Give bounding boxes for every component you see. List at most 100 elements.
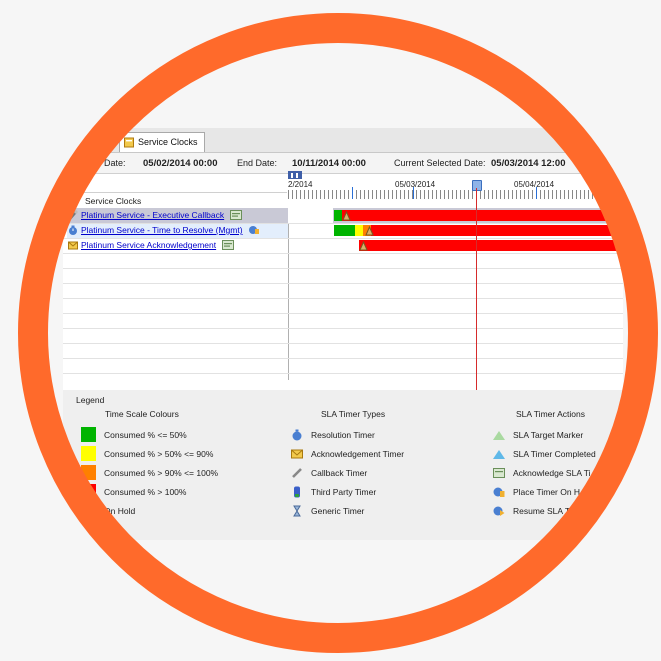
sla-timer-completed-icon <box>493 450 505 459</box>
tab-bar: Service Clocks <box>63 128 623 153</box>
legend-colour-yellow: Consumed % > 50% <= 90% <box>81 446 213 461</box>
range-start-icon[interactable] <box>288 171 302 180</box>
row-divider <box>63 358 623 359</box>
legend-action-resume: Resume SLA T <box>493 505 570 517</box>
legend-label: Acknowledge SLA Ti <box>513 468 591 478</box>
sla-bar-green[interactable] <box>334 210 342 221</box>
row-divider <box>63 343 623 344</box>
legend-types-header: SLA Timer Types <box>321 409 386 419</box>
current-date-value[interactable]: 05/03/2014 12:00 <box>491 158 565 169</box>
timeline-marker <box>413 187 414 199</box>
end-date-value[interactable]: 10/11/2014 00:00 <box>292 158 366 169</box>
sla-bar-red[interactable] <box>342 210 623 221</box>
current-date-line <box>476 188 477 390</box>
end-date-label: End Date: <box>237 158 278 168</box>
row-divider <box>63 253 623 254</box>
resume-sla-timer-icon <box>493 506 505 516</box>
legend-label: Consumed % > 50% <= 90% <box>104 448 214 459</box>
clock-link[interactable]: Platinum Service - Executive Callback <box>81 210 224 220</box>
row-divider <box>63 373 623 374</box>
tab-service-clocks[interactable]: Service Clocks <box>119 132 205 152</box>
place-timer-on-hold-icon <box>493 487 505 497</box>
legend-label: Resume SLA T <box>513 506 571 516</box>
date-bar: Date: 05/02/2014 00:00 End Date: 10/11/2… <box>63 153 623 173</box>
timeline-label-mid: 05/03/2014 <box>395 180 436 189</box>
legend-type-generic: Generic Timer <box>291 505 364 517</box>
legend-label: Callback Timer <box>311 468 368 478</box>
legend-label: Consumed % > 100% <box>104 486 187 497</box>
legend-type-third-party: Third Party Timer <box>291 486 376 498</box>
third-party-timer-icon <box>294 486 300 498</box>
acknowledge-sla-timer-icon[interactable] <box>221 240 234 250</box>
start-date-label: Date: <box>104 158 126 168</box>
legend-label: Third Party Timer <box>311 487 377 497</box>
sla-target-marker-icon[interactable] <box>365 225 374 236</box>
timeline-label-end: 05/04/2014 <box>514 180 555 189</box>
legend-title: Legend <box>76 395 105 405</box>
legend-label: On Hold <box>104 505 136 516</box>
legend-label: Place Timer On H <box>513 487 581 497</box>
timeline-label-start: 2/2014 <box>288 180 313 189</box>
acknowledge-sla-timer-icon <box>493 468 505 478</box>
generic-timer-icon <box>293 505 301 517</box>
sla-bar-yellow[interactable] <box>355 225 363 236</box>
column-header-service-clocks[interactable]: Service Clocks <box>67 192 287 208</box>
sla-target-marker-icon[interactable] <box>359 240 368 251</box>
legend-label: SLA Timer Completed <box>513 449 596 459</box>
legend-label: Generic Timer <box>311 506 365 516</box>
clock-link[interactable]: Platinum Service - Time to Resolve (Mgmt… <box>81 225 243 235</box>
legend-type-callback: Callback Timer <box>291 467 367 479</box>
sla-bar-green[interactable] <box>334 225 355 236</box>
service-clocks-window: Service Clocks Date: 05/02/2014 00:00 En… <box>63 128 623 540</box>
resolution-timer-icon <box>69 225 77 235</box>
start-date-value[interactable]: 05/02/2014 00:00 <box>143 158 217 169</box>
timeline-marker <box>352 187 353 199</box>
service-clocks-grid: 2/2014 05/03/2014 05/04/2014 Service Clo… <box>63 171 623 380</box>
row-divider <box>63 313 623 314</box>
callback-timer-icon <box>292 468 302 478</box>
swatch <box>81 484 96 499</box>
legend-colours-header: Time Scale Colours <box>105 409 179 419</box>
legend-actions-header: SLA Timer Actions <box>516 409 585 419</box>
callback-timer-icon <box>69 210 78 220</box>
acknowledgement-timer-icon <box>291 449 303 459</box>
legend-colour-red: Consumed % > 100% <box>81 484 186 499</box>
timeline-ruler[interactable]: 2/2014 05/03/2014 05/04/2014 <box>288 171 623 208</box>
place-timer-on-hold-icon[interactable] <box>248 225 260 235</box>
row-divider <box>63 328 623 329</box>
sla-bar-red[interactable] <box>359 240 623 251</box>
clock-row-acknowledgement[interactable]: Platinum Service Acknowledgement <box>67 238 288 253</box>
legend-type-resolution: Resolution Timer <box>291 429 375 441</box>
legend-label: SLA Target Marker <box>513 430 584 440</box>
tab-label: Service Clocks <box>138 137 198 147</box>
sla-target-marker-icon[interactable] <box>342 210 351 221</box>
legend-colour-green: Consumed % <= 50% <box>81 427 187 442</box>
legend-action-timer-completed: SLA Timer Completed <box>493 448 596 460</box>
timeline-ticks <box>288 190 623 199</box>
legend-action-target-marker: SLA Target Marker <box>493 429 583 441</box>
legend-panel: Legend Time Scale Colours SLA Timer Type… <box>63 390 623 540</box>
acknowledgement-timer-icon <box>68 241 78 250</box>
swatch <box>81 465 96 480</box>
acknowledge-sla-timer-icon[interactable] <box>229 210 242 220</box>
legend-label: Resolution Timer <box>311 430 375 440</box>
timeline-marker <box>598 187 599 199</box>
clock-link[interactable]: Platinum Service Acknowledgement <box>81 240 216 250</box>
sla-bar-red[interactable] <box>371 225 623 236</box>
row-divider <box>63 298 623 299</box>
legend-action-place-on-hold: Place Timer On H <box>493 486 580 498</box>
clock-row-time-to-resolve[interactable]: Platinum Service - Time to Resolve (Mgmt… <box>67 223 288 238</box>
row-divider <box>63 268 623 269</box>
clock-row-executive-callback[interactable]: Platinum Service - Executive Callback <box>67 208 288 223</box>
legend-colour-orange: Consumed % > 90% <= 100% <box>81 465 218 480</box>
swatch <box>81 446 96 461</box>
legend-colour-on-hold: On Hold <box>81 503 135 518</box>
current-date-label: Current Selected Date: <box>394 158 486 168</box>
legend-label: Acknowledgement Timer <box>311 449 405 459</box>
timeline-cell-white <box>288 208 333 223</box>
swatch <box>81 503 96 518</box>
sla-target-marker-icon <box>493 431 505 440</box>
legend-label: Consumed % <= 50% <box>104 429 187 440</box>
resolution-timer-icon <box>292 429 302 441</box>
current-date-marker[interactable] <box>472 180 482 191</box>
